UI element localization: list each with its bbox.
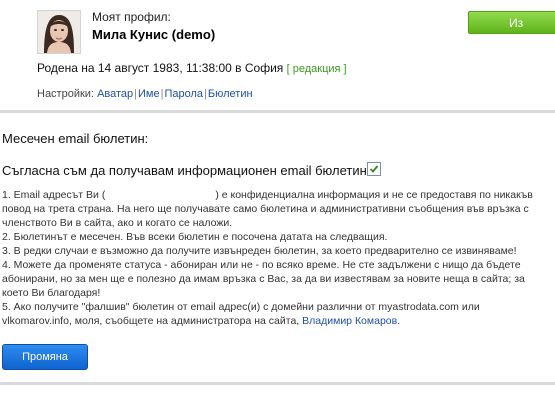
divider bbox=[0, 110, 555, 113]
consent-label: Съгласна съм да получавам информационен … bbox=[2, 163, 371, 178]
exit-button[interactable]: Из bbox=[468, 11, 555, 34]
profile-name: Мила Кунис (demo) bbox=[92, 27, 215, 42]
newsletter-title: Месечен email бюлетин: bbox=[2, 131, 149, 146]
submit-button[interactable]: Промяна bbox=[2, 344, 88, 370]
profile-label: Моят профил: bbox=[92, 10, 171, 24]
rule-3: 3. В редки случаи е възможно да получите… bbox=[2, 245, 517, 257]
rule-1: 1. Email адресът Ви () е конфиденциална … bbox=[2, 188, 550, 230]
checkmark-icon bbox=[369, 165, 379, 173]
divider bbox=[0, 382, 555, 385]
username: demo bbox=[176, 27, 211, 42]
rule-5: 5. Ако получите "фалшив" бюлетин от emai… bbox=[2, 300, 550, 328]
user-name: Мила Кунис bbox=[92, 27, 169, 42]
avatar bbox=[37, 10, 81, 54]
demo-close-paren: ) bbox=[210, 27, 216, 42]
avatar-photo-icon bbox=[38, 11, 80, 53]
admin-link[interactable]: Владимир Комаров bbox=[302, 315, 397, 327]
consent-checkbox[interactable] bbox=[367, 162, 381, 176]
birth-info: Родена на 14 август 1983, 11:38:00 в Соф… bbox=[37, 61, 347, 75]
newsletter-rules: 1. Email адресът Ви () е конфиденциална … bbox=[2, 188, 550, 328]
edit-birth-link[interactable]: [ редакция ] bbox=[287, 63, 347, 75]
settings-nav: Настройки: Аватар|Име|Парола|Бюлетин bbox=[37, 88, 253, 100]
rule-4: 4. Можете да променяте статуса - абонира… bbox=[2, 259, 525, 299]
settings-link-password[interactable]: Парола bbox=[164, 88, 203, 100]
rule-1-text-a: 1. Email адресът Ви ( bbox=[2, 189, 106, 201]
settings-link-name[interactable]: Име bbox=[138, 88, 160, 100]
settings-link-avatar[interactable]: Аватар bbox=[97, 88, 133, 100]
rule-5-end: . bbox=[397, 315, 401, 327]
rule-5-text: 5. Ако получите "фалшив" бюлетин от emai… bbox=[2, 301, 480, 327]
settings-link-newsletter[interactable]: Бюлетин bbox=[208, 88, 253, 100]
birth-text: Родена на 14 август 1983, 11:38:00 в Соф… bbox=[37, 61, 284, 75]
settings-label: Настройки: bbox=[37, 88, 94, 100]
rule-2: 2. Бюлетинът е месечен. Във всеки бюлети… bbox=[2, 231, 388, 243]
